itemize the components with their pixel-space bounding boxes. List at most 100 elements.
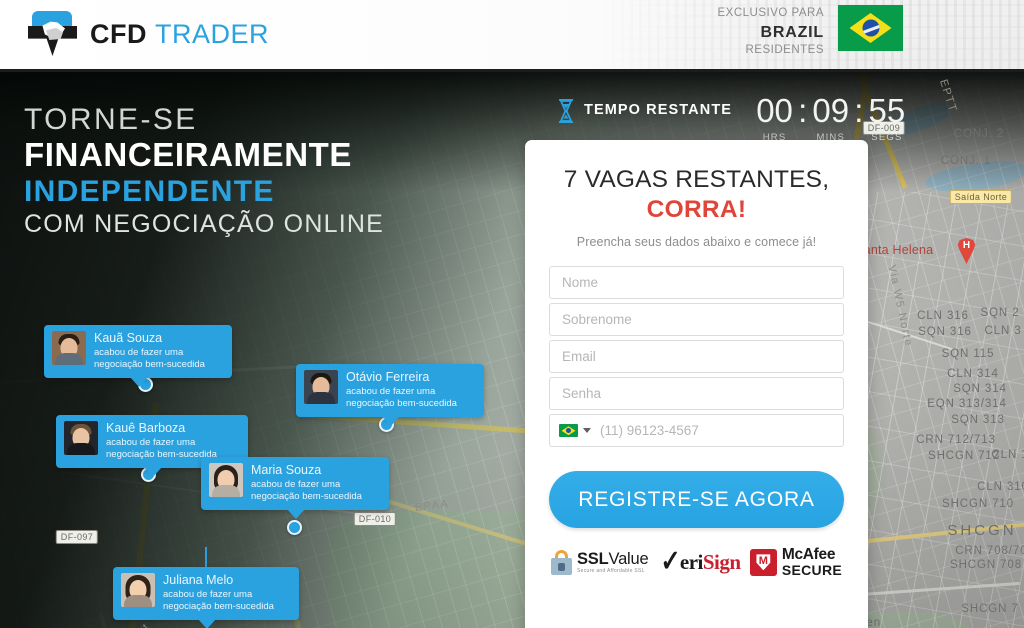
avatar bbox=[209, 463, 243, 497]
sslvalue-light: Value bbox=[608, 549, 649, 568]
map-label: SQN 2 bbox=[980, 307, 1020, 319]
timer-minutes: 09 bbox=[812, 92, 850, 129]
trade-notification[interactable]: Kauã Souza acabou de fazer uma negociaçã… bbox=[44, 325, 232, 388]
map-label: CLN 310 bbox=[977, 481, 1024, 493]
password-field[interactable] bbox=[549, 377, 844, 411]
last-name-field[interactable] bbox=[549, 303, 844, 337]
signup-form: REGISTRE-SE AGORA SSLValue Secure and Af… bbox=[549, 266, 844, 577]
card-title-accent: CORRA! bbox=[646, 195, 747, 223]
verisign-text-1: eri bbox=[679, 549, 703, 574]
avatar bbox=[52, 331, 86, 365]
map-label: SQN 313 bbox=[951, 414, 1005, 426]
map-label: Saída Norte bbox=[949, 190, 1013, 204]
headline-line-4: COM NEGOCIAÇÃO ONLINE bbox=[24, 209, 384, 238]
map-label: CONJ. 1 bbox=[940, 155, 992, 167]
register-button[interactable]: REGISTRE-SE AGORA bbox=[549, 471, 844, 529]
map-label: SHCGN 708 bbox=[949, 559, 1023, 571]
email-input[interactable] bbox=[562, 341, 831, 373]
map-label: DF-010 bbox=[353, 512, 397, 526]
landing-page: CFD TRADER EXCLUSIVO PARA BRAZIL RESIDEN… bbox=[0, 0, 1024, 628]
headline-line-2: FINANCEIRAMENTE bbox=[24, 135, 352, 173]
chevron-down-icon[interactable] bbox=[583, 428, 591, 434]
checkmark-icon: ✓ bbox=[660, 545, 681, 579]
exclusive-notice: EXCLUSIVO PARA BRAZIL RESIDENTES bbox=[718, 6, 825, 59]
map-label: CRN 712/713 bbox=[916, 434, 996, 446]
notification-name: Maria Souza bbox=[251, 463, 322, 477]
card-subtitle: Preencha seus dados abaixo e comece já! bbox=[576, 235, 817, 250]
map-label: EQN 313/314 bbox=[927, 398, 1007, 410]
first-name-field[interactable] bbox=[549, 266, 844, 300]
notification-name: Kauê Barboza bbox=[106, 421, 186, 435]
phone-field[interactable] bbox=[549, 414, 844, 448]
mcafee-secure-badge: M McAfee SECURE bbox=[749, 546, 842, 579]
map-label: CLN 316 bbox=[917, 310, 969, 322]
card-title: 7 VAGAS RESTANTES, bbox=[563, 166, 830, 193]
timer-hours-group: 00 HRS bbox=[751, 94, 798, 143]
first-name-input[interactable] bbox=[562, 267, 831, 299]
trade-notification[interactable]: Maria Souza acabou de fazer uma negociaç… bbox=[201, 457, 389, 520]
map-label: SQN 314 bbox=[953, 383, 1007, 395]
sslvalue-bold: SSL bbox=[577, 549, 609, 568]
exclusive-line-1: EXCLUSIVO PARA bbox=[717, 7, 824, 19]
map-label: CLN 3 bbox=[984, 325, 1022, 337]
headline-line-1: TORNE-SE bbox=[24, 103, 198, 136]
avatar bbox=[121, 573, 155, 607]
padlock-icon bbox=[551, 549, 572, 575]
map-label: SQN 316 bbox=[918, 326, 972, 338]
map-label: DF-097 bbox=[55, 530, 99, 544]
map-label: CLN 1 bbox=[991, 449, 1024, 461]
notification-message: acabou de fazer uma negociação bem-suced… bbox=[346, 386, 457, 410]
verisign-badge: ✓ eriSign bbox=[658, 547, 741, 577]
timer-hours: 00 bbox=[756, 92, 793, 129]
notification-name: Juliana Melo bbox=[163, 573, 234, 587]
brand-name-primary: CFD bbox=[90, 18, 147, 49]
map-label: SHCGN 710 bbox=[941, 498, 1015, 510]
avatar bbox=[64, 421, 98, 455]
sslvalue-tagline: Secure and Affordable SSL bbox=[577, 568, 645, 575]
map-label: CLN 314 bbox=[947, 368, 999, 380]
map-label: CONJ. 2 bbox=[953, 128, 1005, 140]
handshake-logo-icon bbox=[26, 8, 80, 60]
map-marker-dot[interactable] bbox=[287, 520, 302, 535]
phone-input[interactable] bbox=[600, 415, 831, 447]
timer-digits: 00 HRS : 09 MINS : 55 SEGS bbox=[751, 94, 910, 143]
password-input[interactable] bbox=[562, 378, 831, 410]
header-divider bbox=[0, 69, 1024, 72]
map-label: SHCGN 712 bbox=[927, 450, 1001, 462]
timer-separator: : bbox=[798, 92, 808, 129]
notification-message: acabou de fazer uma negociação bem-suced… bbox=[163, 589, 274, 613]
avatar bbox=[304, 370, 338, 404]
mcafee-shield-icon: M bbox=[749, 548, 777, 576]
brazil-flag-icon[interactable] bbox=[559, 424, 578, 438]
notification-message: acabou de fazer uma negociação bem-suced… bbox=[251, 479, 362, 503]
trust-badges: SSLValue Secure and Affordable SSL ✓ eri… bbox=[549, 547, 844, 577]
email-field[interactable] bbox=[549, 340, 844, 374]
notification-name: Otávio Ferreira bbox=[346, 370, 430, 384]
map-label: SHCGN 7 bbox=[961, 603, 1019, 615]
notification-connector bbox=[205, 547, 207, 569]
brand-name-secondary: TRADER bbox=[155, 18, 270, 49]
mcafee-line-2: SECURE bbox=[781, 562, 842, 579]
verisign-text-2: Sign bbox=[702, 549, 741, 574]
brand-logo-text: CFD TRADER bbox=[90, 18, 270, 49]
sslvalue-badge: SSLValue Secure and Affordable SSL bbox=[551, 549, 649, 575]
signup-card: 7 VAGAS RESTANTES, CORRA! Preencha seus … bbox=[525, 140, 868, 628]
mcafee-line-1: McAfee bbox=[781, 546, 836, 564]
countdown-timer: TEMPO RESTANTE 00 HRS : 09 MINS : 55 SEG… bbox=[558, 94, 910, 143]
map-label: SQN 115 bbox=[941, 348, 995, 360]
map-label: SHCGN bbox=[947, 522, 1017, 539]
exclusive-line-3: RESIDENTES bbox=[745, 44, 824, 57]
trade-notification[interactable]: Otávio Ferreira acabou de fazer uma nego… bbox=[296, 364, 484, 427]
map-label: CRN 708/709 bbox=[955, 545, 1024, 557]
exclusive-country: BRAZIL bbox=[760, 23, 824, 41]
notification-name: Kauã Souza bbox=[94, 331, 163, 345]
timer-seconds-unit: SEGS bbox=[871, 132, 903, 143]
timer-minutes-group: 09 MINS bbox=[807, 94, 854, 143]
brand-logo[interactable]: CFD TRADER bbox=[26, 8, 269, 60]
timer-seconds: 55 bbox=[868, 92, 906, 129]
hero-headline: TORNE-SE FINANCEIRAMENTE INDEPENDENTE CO… bbox=[24, 103, 384, 239]
hero-map-section: DF-009 EPTT CONJ. 2 CONJ. 1 Saída Norte Hospi… bbox=[0, 72, 1024, 628]
trade-notification[interactable]: Juliana Melo acabou de fazer uma negocia… bbox=[113, 567, 299, 628]
last-name-input[interactable] bbox=[562, 304, 831, 336]
timer-separator: : bbox=[854, 92, 864, 129]
